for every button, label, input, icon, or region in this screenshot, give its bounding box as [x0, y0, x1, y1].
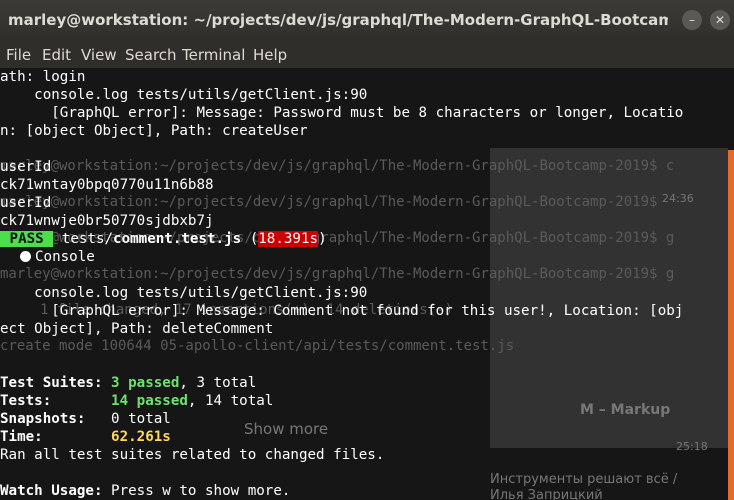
scrollbar[interactable]	[728, 150, 734, 500]
minimize-button[interactable]: –	[682, 10, 702, 30]
output-line: userId	[0, 195, 52, 211]
video-caption-ghost: Инструменты решают всё /	[490, 472, 678, 487]
ghost-line: create mode 100644 05-apollo-client/api/…	[0, 338, 515, 354]
output-line: [GraphQL error]: Message: Password must …	[0, 105, 684, 121]
suites-passed: 3 passed	[111, 375, 180, 391]
close-button[interactable]: ✕	[710, 10, 730, 30]
output-line: console.log tests/utils/getClient.js:90	[0, 87, 368, 103]
test-file-name: comment.test.js	[113, 231, 242, 247]
console-header: Console	[20, 248, 95, 266]
output-line: [GraphQL error]: Message: Comment not fo…	[0, 303, 684, 319]
test-result-line: PASS tests/comment.test.js (18.391s)	[0, 230, 327, 248]
ran-all-line: Ran all test suites related to changed f…	[0, 447, 385, 463]
bullet-icon	[20, 251, 31, 262]
summary-tests: Tests: 14 passed, 14 total	[0, 392, 273, 410]
slow-time-badge: 18.391s	[258, 231, 319, 247]
paren-open: (	[241, 231, 259, 247]
tests-label: Tests:	[0, 393, 112, 409]
output-line: ath: login	[0, 69, 86, 85]
menu-search[interactable]: Search	[125, 46, 177, 64]
suites-label: Test Suites:	[0, 375, 112, 391]
menu-edit[interactable]: Edit	[42, 46, 71, 64]
video-duration: 24:36	[662, 192, 694, 205]
watch-usage-line: Watch Usage: Press w to show more.	[0, 482, 290, 500]
menu-view[interactable]: View	[81, 46, 117, 64]
video-duration: 25:18	[676, 440, 708, 453]
terminal-window: marley@workstation: ~/projects/dev/js/gr…	[0, 0, 734, 500]
tests-passed: 14 passed	[111, 393, 188, 409]
snapshots-value: 0 total	[111, 411, 171, 427]
menu-bar: File Edit View Search Terminal Help	[0, 42, 734, 68]
ghost-line: marley@workstation:~/projects/dev/js/gra…	[0, 158, 675, 174]
output-line: n: [object Object], Path: createUser	[0, 123, 308, 139]
menu-terminal[interactable]: Terminal	[182, 46, 245, 64]
show-more-ghost: Show more	[244, 420, 329, 438]
ghost-line: marley@workstation:~/projects/dev/js/gra…	[0, 194, 658, 210]
output-line: ck71wntay0bpq0770u11n6b88	[0, 177, 214, 193]
window-title: marley@workstation: ~/projects/dev/js/gr…	[8, 11, 668, 29]
test-path-prefix: tests/	[53, 231, 114, 247]
menu-file[interactable]: File	[6, 46, 31, 64]
snapshots-label: Snapshots:	[0, 411, 112, 427]
title-bar[interactable]: marley@workstation: ~/projects/dev/js/gr…	[0, 0, 734, 42]
ghost-line: marley@workstation:~/projects/dev/js/gra…	[0, 266, 675, 282]
tests-total: , 14 total	[187, 393, 274, 409]
output-line: ect Object], Path: deleteComment	[0, 321, 274, 337]
video-title-ghost: M – Markup	[580, 402, 671, 418]
summary-time: Time: 62.261s	[0, 428, 171, 446]
console-label: Console	[35, 249, 95, 265]
terminal-output[interactable]: marley@workstation:~/projects/dev/js/gra…	[0, 68, 734, 500]
paren-close: )	[318, 231, 327, 247]
watch-text: Press w to show more.	[111, 483, 291, 499]
output-line: ck71wnwje0br50770sjdbxb7j	[0, 213, 214, 229]
time-value: 62.261s	[111, 429, 171, 445]
menu-help[interactable]: Help	[253, 46, 287, 64]
summary-snapshots: Snapshots: 0 total	[0, 410, 171, 428]
video-caption-ghost: Илья Заприцкий	[490, 488, 603, 500]
summary-suites: Test Suites: 3 passed, 3 total	[0, 374, 256, 392]
output-line: console.log tests/utils/getClient.js:90	[0, 285, 368, 301]
suites-total: , 3 total	[179, 375, 257, 391]
output-line: userId	[0, 159, 52, 175]
watch-label: Watch Usage:	[0, 483, 112, 499]
pass-badge: PASS	[0, 231, 54, 247]
time-label: Time:	[0, 429, 112, 445]
